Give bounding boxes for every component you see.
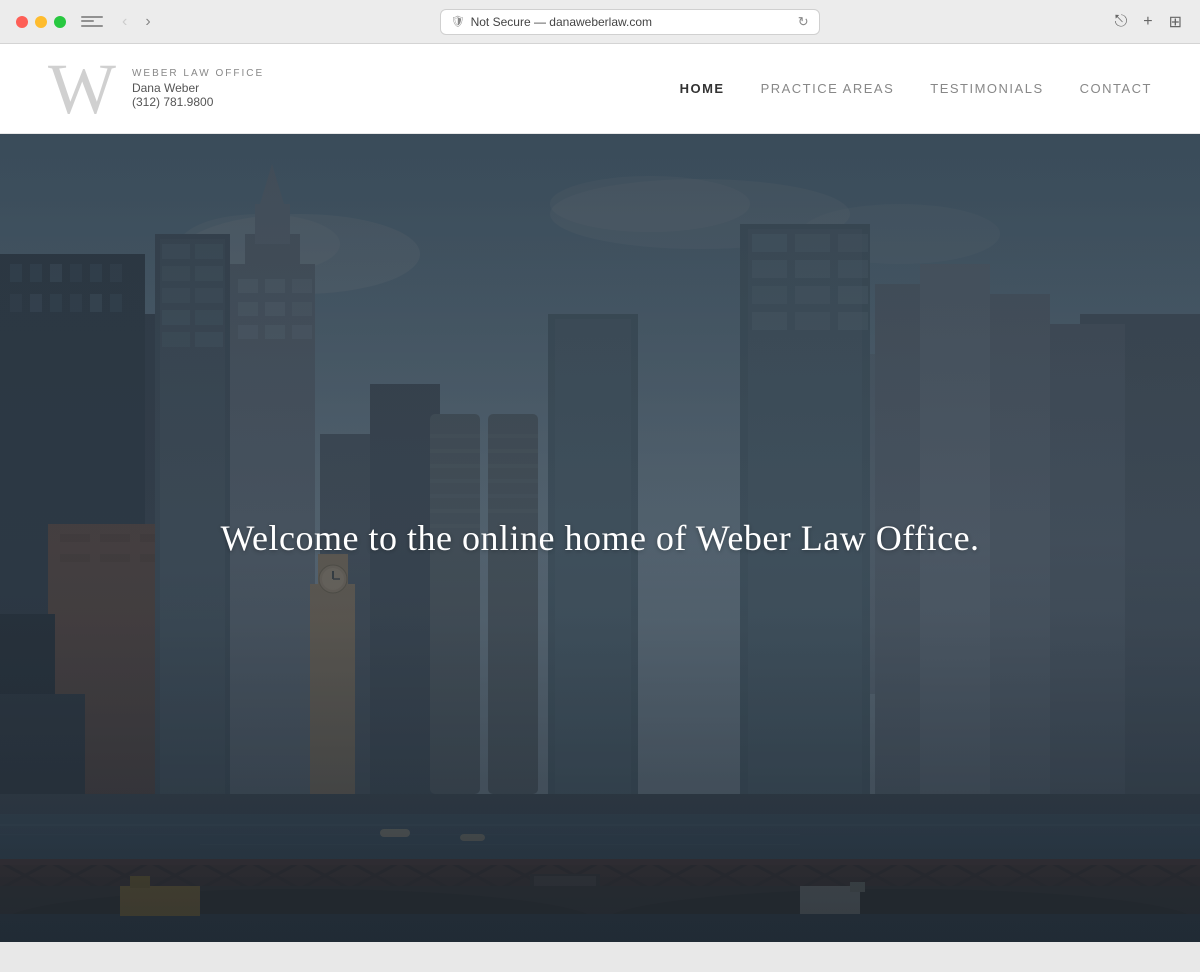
hero-section: Welcome to the online home of Weber Law …: [0, 134, 1200, 942]
nav-contact[interactable]: CONTACT: [1080, 81, 1152, 96]
url-text: Not Secure — danaweberlaw.com: [471, 15, 652, 29]
hero-title: Welcome to the online home of Weber Law …: [220, 515, 979, 562]
logo-text: WEBER LAW OFFICE Dana Weber (312) 781.98…: [132, 68, 264, 109]
new-tab-button[interactable]: +: [1141, 11, 1154, 33]
share-button[interactable]: ⎋: [1113, 11, 1130, 33]
grid-button[interactable]: ⊞: [1167, 10, 1184, 34]
site-header: W WEBER LAW OFFICE Dana Weber (312) 781.…: [0, 44, 1200, 134]
logo-area: W WEBER LAW OFFICE Dana Weber (312) 781.…: [48, 53, 264, 125]
site-nav: HOME PRACTICE AREAS TESTIMONIALS CONTACT: [680, 81, 1152, 96]
maximize-button[interactable]: [54, 16, 66, 28]
forward-button[interactable]: ›: [139, 11, 156, 33]
browser-actions: ⎋ + ⊞: [1113, 10, 1184, 34]
browser-navigation-controls: ‹ ›: [116, 11, 157, 33]
browser-titlebar: ‹ › 🛡 Not Secure — danaweberlaw.com ↻ ⎋ …: [0, 0, 1200, 44]
address-bar[interactable]: 🛡 Not Secure — danaweberlaw.com ↻: [440, 9, 820, 35]
traffic-lights: [16, 16, 66, 28]
minimize-button[interactable]: [35, 16, 47, 28]
sidebar-toggle-icon[interactable]: [78, 12, 106, 32]
phone-number: (312) 781.9800: [132, 95, 264, 109]
close-button[interactable]: [16, 16, 28, 28]
back-button[interactable]: ‹: [116, 11, 133, 33]
firm-name: WEBER LAW OFFICE: [132, 68, 264, 79]
attorney-name: Dana Weber: [132, 81, 264, 95]
nav-practice-areas[interactable]: PRACTICE AREAS: [761, 81, 895, 96]
nav-home[interactable]: HOME: [680, 81, 725, 96]
hero-content: Welcome to the online home of Weber Law …: [0, 134, 1200, 942]
nav-testimonials[interactable]: TESTIMONIALS: [930, 81, 1043, 96]
browser-chrome: ‹ › 🛡 Not Secure — danaweberlaw.com ↻ ⎋ …: [0, 0, 1200, 44]
address-bar-container: 🛡 Not Secure — danaweberlaw.com ↻: [157, 9, 1103, 35]
security-icon: 🛡: [451, 15, 465, 28]
contact-info: Dana Weber (312) 781.9800: [132, 81, 264, 109]
website: W WEBER LAW OFFICE Dana Weber (312) 781.…: [0, 44, 1200, 942]
reload-icon[interactable]: ↻: [798, 14, 809, 30]
logo-letter: W: [48, 53, 112, 125]
